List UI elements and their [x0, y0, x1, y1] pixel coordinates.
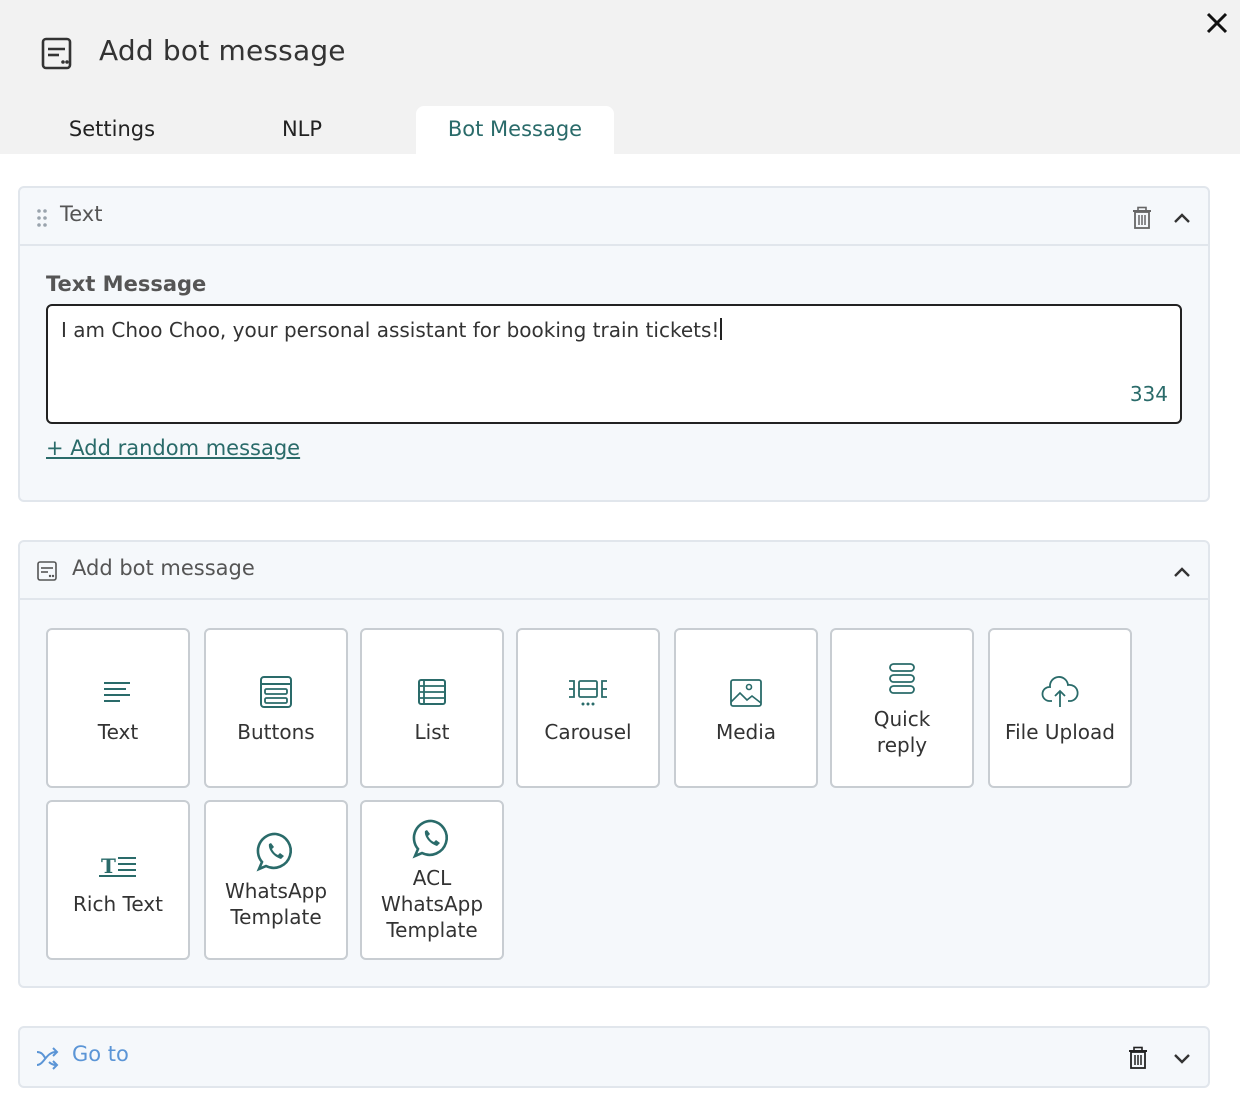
chevron-up-icon[interactable] [1168, 558, 1196, 586]
tile-label: File Upload [1005, 720, 1115, 744]
goto-panel: Go to [18, 1026, 1210, 1088]
tile-label: WhatsApp Template [224, 879, 328, 929]
text-panel-title: Text [60, 202, 103, 226]
text-message-panel: Text Text Message I am Choo Choo, your p… [18, 186, 1210, 502]
tile-label: Buttons [237, 720, 315, 744]
tile-label: Rich Text [73, 892, 163, 916]
trash-icon[interactable] [1128, 204, 1156, 232]
tile-media[interactable]: Media [674, 628, 818, 788]
goto-panel-header[interactable]: Go to [20, 1028, 1208, 1086]
char-count: 334 [1129, 382, 1168, 406]
text-message-value: I am Choo Choo, your personal assistant … [61, 318, 720, 342]
text-lines-icon [104, 682, 130, 702]
bot-message-icon [41, 37, 72, 70]
text-message-label: Text Message [46, 272, 207, 296]
tab-nlp[interactable]: NLP [222, 106, 382, 154]
tile-label: Carousel [544, 720, 632, 744]
whatsapp-icon [412, 819, 448, 859]
quick-reply-icon [889, 663, 915, 694]
chevron-down-icon[interactable] [1168, 1044, 1196, 1072]
tab-content: Text Text Message I am Choo Choo, your p… [0, 154, 1240, 1104]
drag-handle-icon[interactable] [36, 208, 48, 228]
tile-label: ACL WhatsApp Template [380, 866, 484, 942]
tile-list[interactable]: List [360, 628, 504, 788]
dialog-header: Add bot message Settings NLP Bot Message [0, 0, 1240, 154]
add-random-message-link[interactable]: + Add random message [46, 436, 300, 460]
chevron-up-icon[interactable] [1168, 204, 1196, 232]
tile-label: Media [715, 720, 777, 744]
text-caret [720, 318, 722, 340]
tile-file-upload[interactable]: File Upload [988, 628, 1132, 788]
whatsapp-icon [256, 832, 292, 872]
image-icon [730, 679, 762, 707]
bot-message-icon [37, 561, 57, 581]
svg-text:T: T [101, 854, 116, 878]
tile-acl-whatsapp-template[interactable]: ACL WhatsApp Template [360, 800, 504, 960]
text-message-input[interactable]: I am Choo Choo, your personal assistant … [46, 304, 1182, 424]
carousel-icon [569, 680, 607, 706]
tile-text[interactable]: Text [46, 628, 190, 788]
tile-label: Text [97, 720, 139, 744]
tab-settings[interactable]: Settings [32, 106, 192, 154]
tile-whatsapp-template[interactable]: WhatsApp Template [204, 800, 348, 960]
add-bot-message-panel: Add bot message Text Buttons List Carous… [18, 540, 1210, 988]
cloud-upload-icon [1041, 676, 1079, 707]
tile-label: List [414, 720, 450, 744]
close-icon[interactable] [1200, 6, 1234, 40]
shuffle-icon [36, 1047, 59, 1070]
tile-quick-reply[interactable]: Quick reply [830, 628, 974, 788]
add-panel-header: Add bot message [20, 542, 1208, 600]
tile-label: Quick reply [873, 707, 931, 757]
buttons-icon [260, 676, 292, 708]
trash-icon[interactable] [1124, 1044, 1152, 1072]
rich-text-icon: T [99, 854, 136, 878]
text-panel-header: Text [20, 188, 1208, 246]
tile-buttons[interactable]: Buttons [204, 628, 348, 788]
tile-rich-text[interactable]: T Rich Text [46, 800, 190, 960]
list-icon [418, 679, 446, 705]
tab-bar: Settings NLP Bot Message [0, 106, 1240, 154]
dialog-title: Add bot message [99, 34, 346, 67]
tab-bot-message[interactable]: Bot Message [416, 106, 614, 154]
goto-panel-title: Go to [72, 1042, 129, 1066]
add-panel-title: Add bot message [72, 556, 255, 580]
tile-carousel[interactable]: Carousel [516, 628, 660, 788]
